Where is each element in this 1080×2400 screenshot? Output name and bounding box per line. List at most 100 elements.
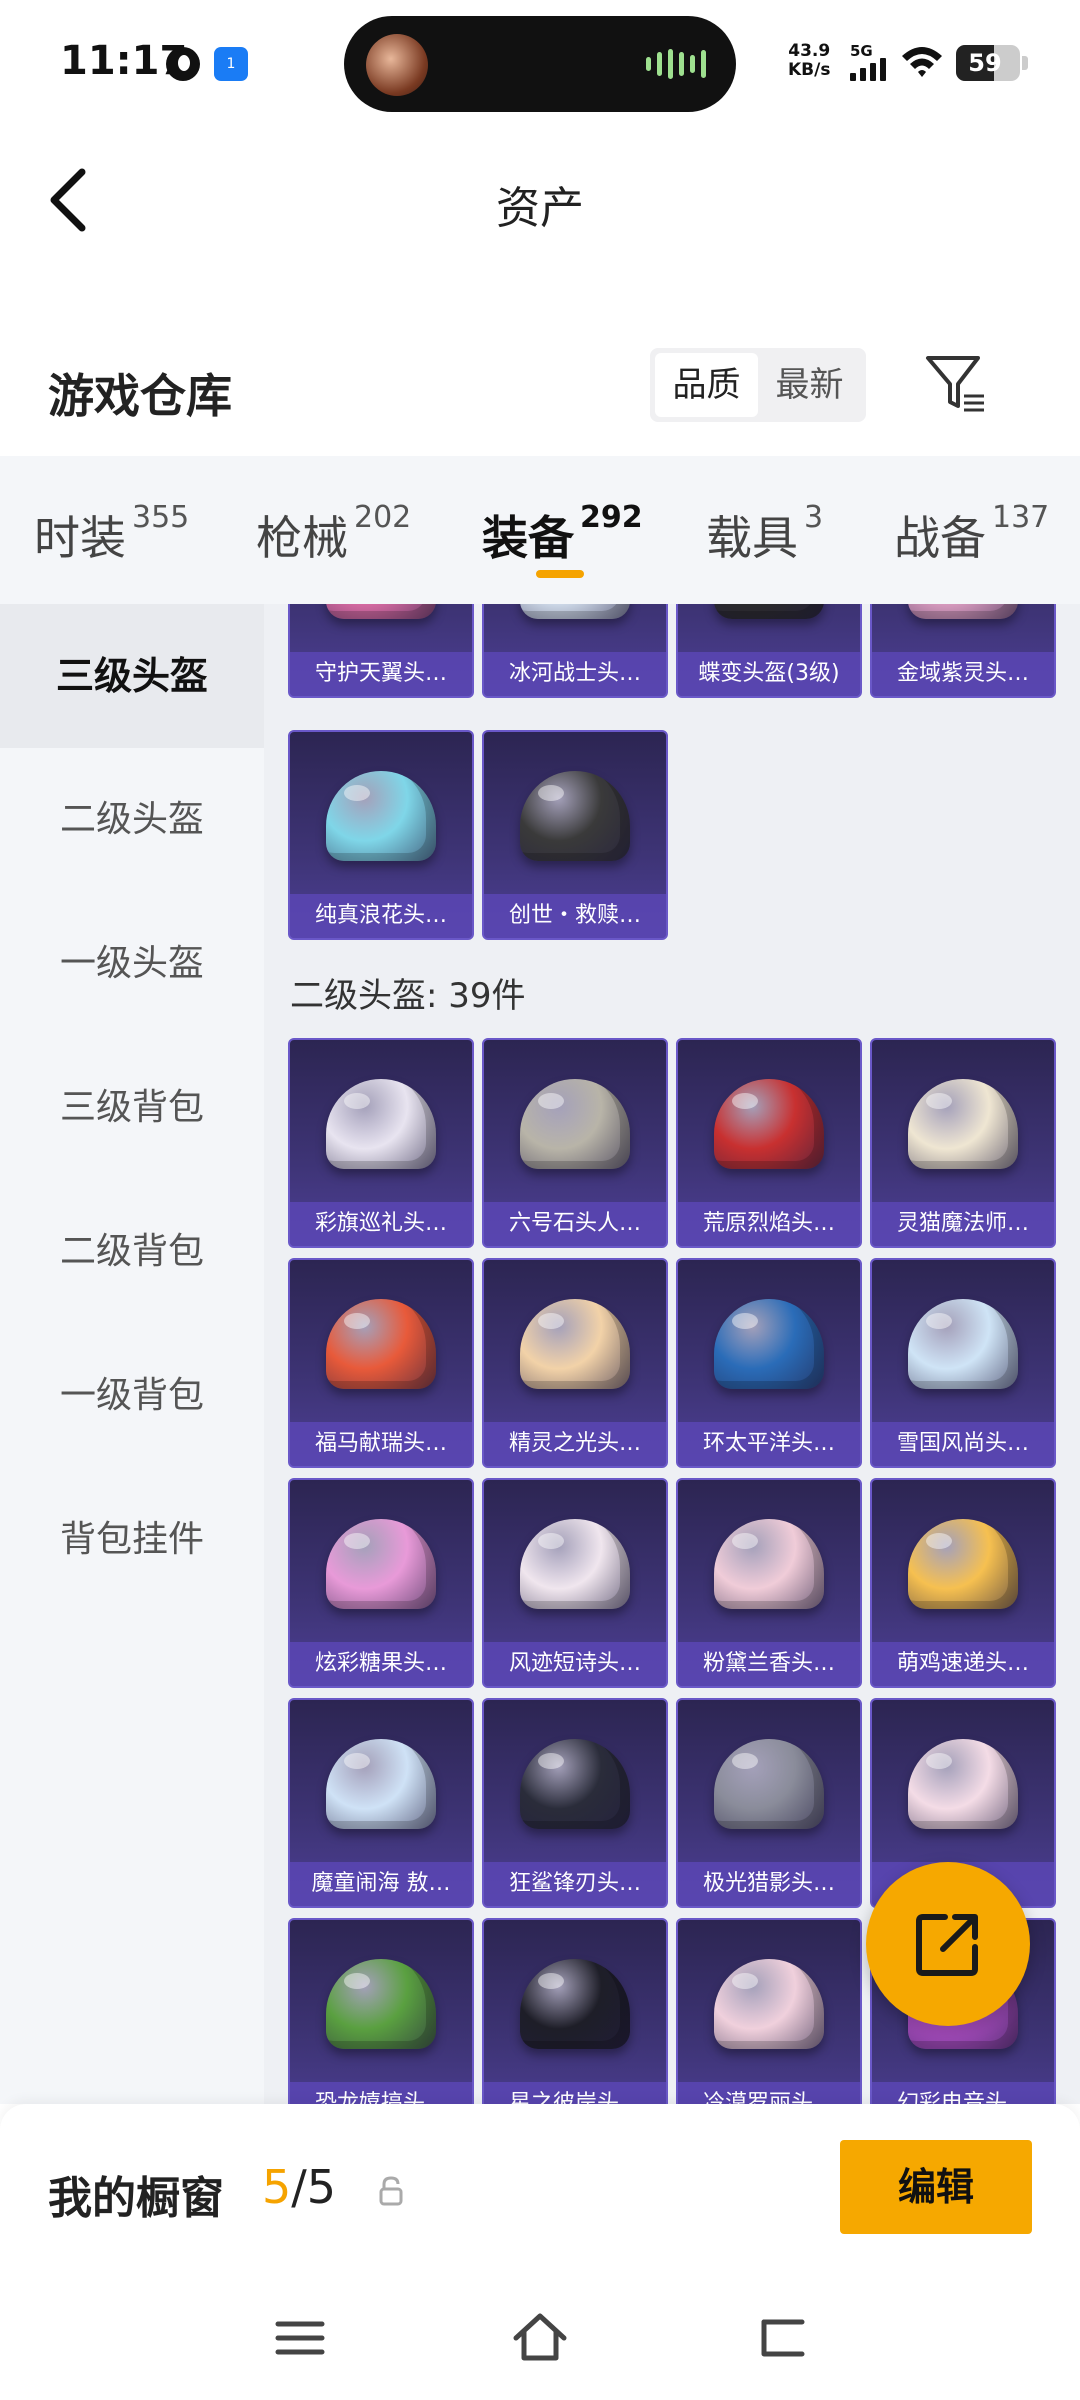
item-label: 纯真浪花头…: [290, 894, 472, 938]
menu-icon[interactable]: [270, 2308, 330, 2368]
back-icon[interactable]: [752, 2308, 812, 2368]
tab-supplies[interactable]: 战备 137: [894, 500, 1050, 568]
item-image: [484, 1920, 666, 2088]
helmet-icon: [520, 1299, 630, 1389]
sidebar-item-level1-helmet[interactable]: 一级头盔: [0, 892, 264, 1036]
item-card[interactable]: 雪国风尚头…: [870, 1258, 1056, 1468]
helmet-icon: [326, 604, 436, 619]
sort-option-newest[interactable]: 最新: [758, 353, 861, 417]
item-image: [872, 1260, 1054, 1428]
sidebar-item-level2-helmet[interactable]: 二级头盔: [0, 748, 264, 892]
tab-label: 枪械: [256, 511, 348, 565]
sidebar-item-level3-helmet[interactable]: 三级头盔: [0, 604, 264, 748]
share-button[interactable]: [866, 1862, 1030, 2026]
item-image: [290, 1040, 472, 1208]
tab-count: 292: [580, 500, 643, 535]
item-image: [290, 732, 472, 900]
item-label: 冷漠罗丽头…: [678, 2082, 860, 2104]
sidebar-item-level2-backpack[interactable]: 二级背包: [0, 1180, 264, 1324]
item-card[interactable]: 极光猎影头…: [676, 1698, 862, 1908]
helmet-icon: [520, 1519, 630, 1609]
section-title-level2-helmet: 二级头盔: 39件: [290, 976, 526, 1016]
tab-vehicles[interactable]: 载具 3: [706, 500, 823, 568]
battery-icon: 59: [956, 45, 1020, 81]
sidebar-item-backpack-charm[interactable]: 背包挂件: [0, 1468, 264, 1612]
item-card[interactable]: 冷漠罗丽头…: [676, 1918, 862, 2104]
item-card[interactable]: 蝶变头盔(3级): [676, 604, 862, 698]
page-title: 资产: [496, 183, 584, 234]
item-card[interactable]: 炫彩糖果头…: [288, 1478, 474, 1688]
item-label: 精灵之光头…: [484, 1422, 666, 1466]
item-image: [290, 604, 472, 658]
item-image: [678, 604, 860, 658]
helmet-icon: [714, 1959, 824, 2049]
showcase-bar: 我的橱窗 5/5 编辑: [0, 2104, 1080, 2274]
helmet-icon: [908, 1519, 1018, 1609]
item-label: 萌鸡速递头…: [872, 1642, 1054, 1686]
item-card[interactable]: 灵猫魔法师…: [870, 1038, 1056, 1248]
item-image: [290, 1700, 472, 1868]
app-header: 资产: [0, 130, 1080, 270]
broadcast-notification-icon: 1: [214, 47, 248, 81]
item-card[interactable]: 萌鸡速递头…: [870, 1478, 1056, 1688]
helmet-icon: [520, 1739, 630, 1829]
tab-count: 137: [992, 500, 1050, 535]
item-label: 极光猎影头…: [678, 1862, 860, 1906]
item-image: [484, 1040, 666, 1208]
item-label: 魔童闹海 敖…: [290, 1862, 472, 1906]
tab-guns[interactable]: 枪械 202: [256, 500, 411, 568]
category-tabs: 时装 355 枪械 202 装备 292 载具 3 战备 137: [0, 456, 1080, 604]
tab-count: 355: [132, 500, 190, 535]
tab-fashion[interactable]: 时装 355: [34, 500, 190, 568]
dynamic-island[interactable]: [344, 16, 736, 112]
item-card[interactable]: 风迹短诗头…: [482, 1478, 668, 1688]
filter-icon[interactable]: [922, 350, 988, 416]
tab-label: 载具: [706, 511, 798, 565]
item-card[interactable]: 精灵之光头…: [482, 1258, 668, 1468]
helmet-icon: [714, 1079, 824, 1169]
showcase-label: 我的橱窗: [48, 2173, 224, 2224]
item-card[interactable]: 冰河战士头…: [482, 604, 668, 698]
item-card[interactable]: 金域紫灵头…: [870, 604, 1056, 698]
item-card[interactable]: 创世・救赎…: [482, 730, 668, 940]
home-icon[interactable]: [510, 2308, 570, 2368]
item-label: 灵猫魔法师…: [872, 1202, 1054, 1246]
system-nav-bar: [0, 2274, 1080, 2400]
item-card[interactable]: 荒原烈焰头…: [676, 1038, 862, 1248]
item-label: 狂鲨锋刃头…: [484, 1862, 666, 1906]
item-card[interactable]: 魔童闹海 敖…: [288, 1698, 474, 1908]
audio-wave-icon: [646, 49, 706, 79]
item-label: 守护天翼头…: [290, 652, 472, 696]
item-label: 六号石头人…: [484, 1202, 666, 1246]
sidebar-item-level3-backpack[interactable]: 三级背包: [0, 1036, 264, 1180]
battery-level: 59: [968, 49, 1002, 77]
item-card[interactable]: 环太平洋头…: [676, 1258, 862, 1468]
helmet-icon: [326, 1739, 436, 1829]
item-card[interactable]: 彩旗巡礼头…: [288, 1038, 474, 1248]
item-card[interactable]: 纯真浪花头…: [288, 730, 474, 940]
item-image: [484, 1700, 666, 1868]
item-card[interactable]: 狂鲨锋刃头…: [482, 1698, 668, 1908]
item-image: [872, 1700, 1054, 1868]
item-card[interactable]: 星之彼岸头…: [482, 1918, 668, 2104]
tab-equipment[interactable]: 装备 292: [482, 500, 643, 568]
item-image: [290, 1260, 472, 1428]
showcase-current: 5: [262, 2160, 292, 2214]
helmet-icon: [908, 1079, 1018, 1169]
sort-option-quality[interactable]: 品质: [655, 353, 758, 417]
item-label: 幻彩电音头…: [872, 2082, 1054, 2104]
item-label: 雪国风尚头…: [872, 1422, 1054, 1466]
helmet-icon: [714, 1739, 824, 1829]
battery-tip: [1022, 56, 1028, 70]
showcase-count: 5/5: [262, 2160, 336, 2214]
edit-button[interactable]: 编辑: [840, 2140, 1032, 2234]
item-card[interactable]: 福马献瑞头…: [288, 1258, 474, 1468]
sidebar-item-level1-backpack[interactable]: 一级背包: [0, 1324, 264, 1468]
item-label: 蝶变头盔(3级): [678, 652, 860, 696]
item-card[interactable]: 守护天翼头…: [288, 604, 474, 698]
item-card[interactable]: 粉黛兰香头…: [676, 1478, 862, 1688]
item-card[interactable]: 恐龙嬉搞头…: [288, 1918, 474, 2104]
item-label: 粉黛兰香头…: [678, 1642, 860, 1686]
item-image: [484, 604, 666, 658]
item-card[interactable]: 六号石头人…: [482, 1038, 668, 1248]
